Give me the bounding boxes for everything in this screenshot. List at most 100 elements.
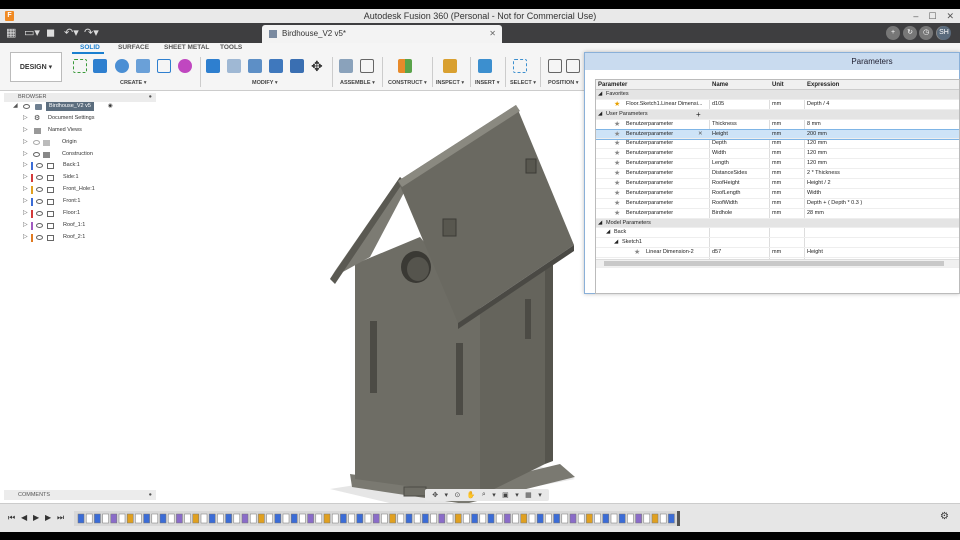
- favorite-star-icon[interactable]: ★: [614, 149, 620, 159]
- timeline-feature[interactable]: [635, 513, 642, 524]
- timeline-feature[interactable]: [225, 513, 232, 524]
- timeline-feature[interactable]: [528, 513, 536, 524]
- position-menu[interactable]: POSITION ▾: [548, 80, 579, 86]
- tree-item-side[interactable]: ▷ Side:1: [6, 172, 156, 184]
- timeline-feature[interactable]: [94, 513, 101, 524]
- scrollbar-thumb[interactable]: [604, 261, 944, 266]
- pan-icon[interactable]: ✋: [467, 491, 476, 499]
- visibility-eye-icon[interactable]: [36, 163, 43, 169]
- timeline-feature[interactable]: [233, 513, 241, 524]
- shell-icon[interactable]: [248, 59, 262, 73]
- close-button[interactable]: ✕: [946, 9, 954, 23]
- visibility-eye-icon[interactable]: [33, 151, 40, 157]
- combine-icon[interactable]: [269, 59, 283, 73]
- press-pull-icon[interactable]: [206, 59, 220, 73]
- timeline-feature[interactable]: [258, 513, 265, 524]
- delete-parameter-button[interactable]: ✕: [698, 130, 703, 140]
- param-expression[interactable]: Height: [807, 248, 823, 258]
- extrude-icon[interactable]: [93, 59, 107, 73]
- timeline-feature[interactable]: [135, 513, 142, 524]
- grid-dropdown-icon[interactable]: ▾: [538, 491, 542, 499]
- timeline-feature[interactable]: [315, 513, 323, 524]
- param-expression[interactable]: 120 mm: [807, 149, 827, 159]
- insert-menu[interactable]: INSERT ▾: [475, 80, 499, 86]
- visibility-eye-icon[interactable]: [23, 104, 30, 109]
- notifications-icon[interactable]: ◷: [919, 26, 933, 40]
- favorite-star-icon[interactable]: ★: [614, 130, 620, 140]
- parameter-row[interactable]: ★ Floor.Sketch1.Linear Dimensi... d105 mm De…: [596, 100, 959, 110]
- timeline-feature[interactable]: [200, 513, 208, 524]
- timeline-feature[interactable]: [217, 513, 224, 524]
- col-unit[interactable]: Unit: [772, 80, 784, 90]
- visibility-eye-icon[interactable]: [36, 199, 43, 205]
- timeline-feature[interactable]: [553, 513, 560, 524]
- collapse-arrow-icon[interactable]: ◢: [598, 90, 602, 100]
- timeline-feature[interactable]: [430, 513, 437, 524]
- app-grid-icon[interactable]: ▦: [6, 26, 16, 40]
- favorite-star-icon[interactable]: ★: [614, 169, 620, 179]
- zoom-dropdown-icon[interactable]: ▾: [492, 491, 496, 499]
- go-to-start-button[interactable]: ⏮: [8, 513, 15, 523]
- timeline-feature[interactable]: [495, 513, 503, 524]
- timeline-feature[interactable]: [143, 513, 150, 524]
- timeline-feature[interactable]: [167, 513, 175, 524]
- timeline-feature[interactable]: [438, 513, 446, 524]
- timeline-feature[interactable]: [479, 513, 487, 524]
- revert-position-icon[interactable]: [566, 59, 580, 73]
- col-name[interactable]: Name: [712, 80, 728, 90]
- comments-collapse-icon[interactable]: ●: [149, 490, 152, 500]
- measure-icon[interactable]: [443, 59, 457, 73]
- parameter-row[interactable]: ★ Benutzerparameter Width mm 120 mm: [596, 149, 959, 160]
- parameter-row[interactable]: ★ Benutzerparameter Birdhole mm 28 mm: [596, 209, 959, 219]
- timeline-feature[interactable]: [643, 513, 651, 524]
- param-expression[interactable]: 120 mm: [807, 159, 827, 169]
- data-panel-icon[interactable]: ↻: [903, 26, 917, 40]
- visibility-eye-icon[interactable]: [33, 139, 40, 145]
- expand-arrow-icon[interactable]: ▷: [23, 160, 28, 172]
- parameter-row[interactable]: ★ Benutzerparameter Length mm 120 mm: [596, 159, 959, 170]
- param-expression[interactable]: 120 mm: [807, 139, 827, 149]
- timeline-feature[interactable]: [282, 513, 290, 524]
- document-tab[interactable]: Birdhouse_V2 v5* ✕: [262, 25, 502, 43]
- timeline-feature[interactable]: [192, 513, 200, 524]
- expand-arrow-icon[interactable]: ▷: [23, 196, 28, 208]
- select-icon[interactable]: [513, 59, 527, 73]
- display-dropdown-icon[interactable]: ▾: [515, 491, 519, 499]
- create-menu[interactable]: CREATE ▾: [120, 80, 147, 86]
- assemble-menu[interactable]: ASSEMBLE ▾: [340, 80, 375, 86]
- visibility-eye-icon[interactable]: [36, 175, 43, 181]
- zoom-icon[interactable]: ⌕: [482, 491, 486, 499]
- expand-arrow-icon[interactable]: ▷: [23, 232, 28, 244]
- param-expression[interactable]: 8 mm: [807, 120, 821, 130]
- parameter-row[interactable]: ★ Benutzerparameter ✕ Height mm 200 mm: [596, 128, 959, 141]
- timeline-feature[interactable]: [569, 513, 577, 524]
- new-tab-icon[interactable]: +: [886, 26, 900, 40]
- visibility-eye-icon[interactable]: [36, 234, 43, 240]
- visibility-eye-icon[interactable]: [36, 187, 43, 193]
- timeline-feature[interactable]: [110, 513, 118, 524]
- step-back-button[interactable]: ◀: [21, 513, 27, 522]
- redo-icon[interactable]: ↷▾: [84, 26, 99, 40]
- timeline-feature[interactable]: [446, 513, 454, 524]
- visibility-eye-icon[interactable]: [36, 211, 43, 217]
- timeline-feature[interactable]: [151, 513, 159, 524]
- timeline-feature[interactable]: [307, 513, 314, 524]
- section-row[interactable]: ◢ Favorites: [596, 90, 959, 100]
- section-row[interactable]: ◢ User Parameters +: [596, 109, 959, 120]
- param-expression[interactable]: 200 mm: [807, 130, 827, 140]
- timeline-settings-icon[interactable]: ⚙: [940, 511, 949, 522]
- expand-arrow-icon[interactable]: ◢: [13, 101, 18, 113]
- col-parameter[interactable]: Parameter: [598, 80, 627, 90]
- favorite-star-icon[interactable]: ★: [614, 100, 620, 110]
- collapse-arrow-icon[interactable]: ◢: [614, 238, 618, 248]
- collapse-arrow-icon[interactable]: ◢: [598, 110, 602, 120]
- timeline-feature[interactable]: [299, 513, 306, 524]
- timeline-feature[interactable]: [397, 513, 405, 524]
- param-expression[interactable]: Depth + ( Depth * 0.3 ): [807, 199, 862, 209]
- maximize-button[interactable]: ☐: [928, 9, 936, 23]
- add-parameter-button[interactable]: +: [696, 110, 701, 120]
- move-icon[interactable]: ✥: [311, 59, 325, 73]
- timeline-feature[interactable]: [290, 513, 298, 524]
- timeline-feature[interactable]: [668, 513, 675, 524]
- expand-arrow-icon[interactable]: ▷: [23, 220, 28, 232]
